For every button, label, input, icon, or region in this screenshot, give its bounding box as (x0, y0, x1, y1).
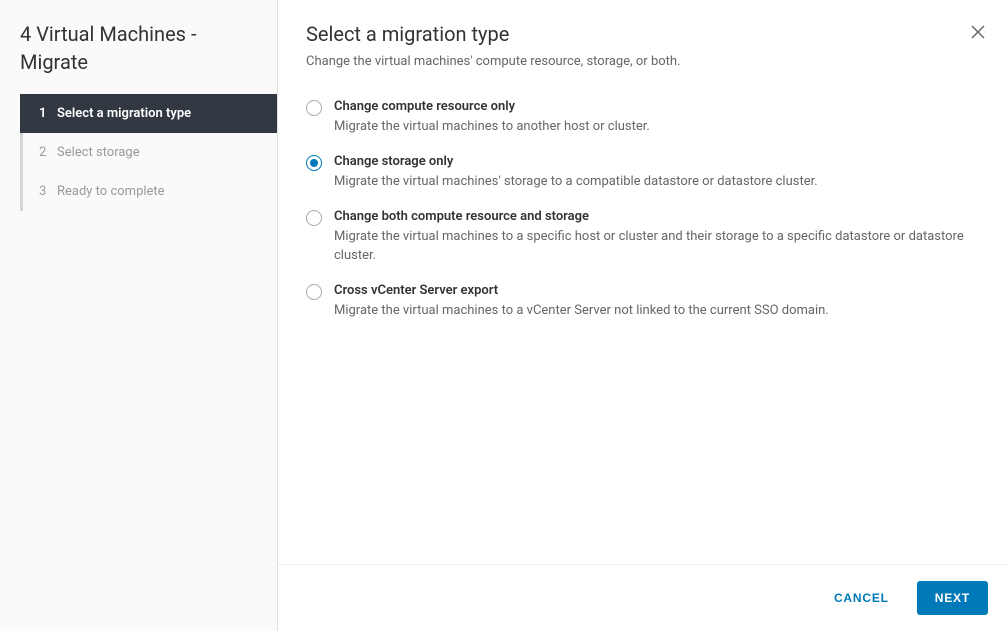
radio-icon (306, 155, 322, 171)
step-label: Ready to complete (57, 184, 165, 199)
close-icon (971, 25, 985, 39)
option-label: Change both compute resource and storage (334, 209, 980, 224)
option-text: Change storage only Migrate the virtual … (334, 154, 980, 191)
wizard-main: Select a migration type Change the virtu… (278, 0, 1008, 631)
step-number: 3 (39, 184, 57, 199)
step-ready-to-complete[interactable]: 3 Ready to complete (20, 172, 277, 211)
wizard-footer: CANCEL NEXT (278, 564, 1008, 631)
main-header: Select a migration type Change the virtu… (278, 0, 1008, 77)
option-cross-vcenter[interactable]: Cross vCenter Server export Migrate the … (306, 283, 980, 320)
option-change-storage[interactable]: Change storage only Migrate the virtual … (306, 154, 980, 191)
wizard-title: 4 Virtual Machines - Migrate (0, 20, 277, 94)
option-label: Cross vCenter Server export (334, 283, 980, 298)
next-button[interactable]: NEXT (917, 581, 988, 615)
step-label: Select storage (57, 145, 140, 160)
option-label: Change compute resource only (334, 99, 980, 114)
option-text: Change compute resource only Migrate the… (334, 99, 980, 136)
radio-icon (306, 284, 322, 300)
step-select-storage[interactable]: 2 Select storage (20, 133, 277, 172)
option-label: Change storage only (334, 154, 980, 169)
radio-icon (306, 100, 322, 116)
step-select-migration-type[interactable]: 1 Select a migration type (20, 94, 277, 133)
wizard-sidebar: 4 Virtual Machines - Migrate 1 Select a … (0, 0, 278, 631)
radio-icon (306, 210, 322, 226)
close-button[interactable] (968, 22, 988, 42)
option-text: Cross vCenter Server export Migrate the … (334, 283, 980, 320)
option-desc: Migrate the virtual machines to another … (334, 118, 980, 136)
cancel-button[interactable]: CANCEL (820, 581, 903, 615)
option-change-compute[interactable]: Change compute resource only Migrate the… (306, 99, 980, 136)
option-desc: Migrate the virtual machines' storage to… (334, 173, 980, 191)
page-subtitle: Change the virtual machines' compute res… (306, 54, 980, 69)
migration-options: Change compute resource only Migrate the… (278, 77, 1008, 360)
step-label: Select a migration type (57, 106, 191, 121)
wizard-steps: 1 Select a migration type 2 Select stora… (20, 94, 277, 211)
step-number: 1 (39, 106, 57, 121)
option-change-both[interactable]: Change both compute resource and storage… (306, 209, 980, 264)
page-title: Select a migration type (306, 22, 980, 46)
step-number: 2 (39, 145, 57, 160)
option-text: Change both compute resource and storage… (334, 209, 980, 264)
option-desc: Migrate the virtual machines to a vCente… (334, 302, 980, 320)
option-desc: Migrate the virtual machines to a specif… (334, 228, 980, 264)
